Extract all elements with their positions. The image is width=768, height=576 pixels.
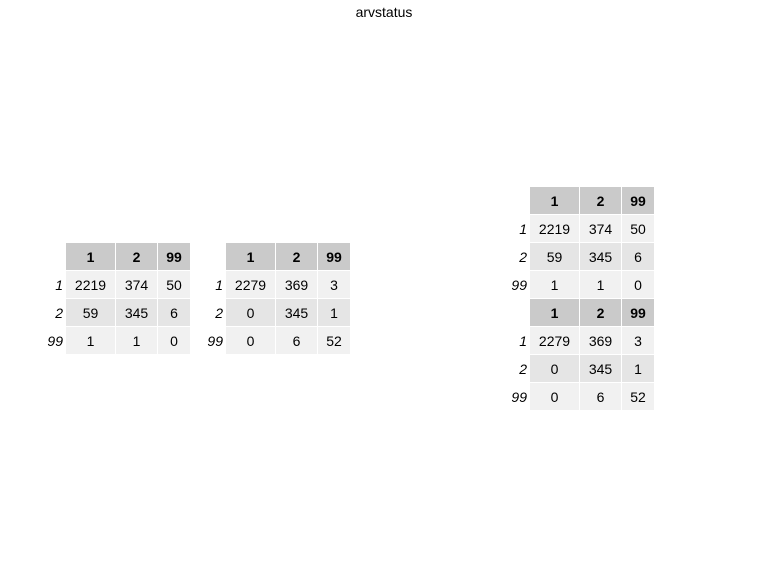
column-header: 99 (622, 299, 655, 327)
table-cell: 3 (622, 327, 655, 355)
table-cell: 0 (530, 383, 580, 411)
row-label: 1 (200, 271, 226, 299)
table-cell: 1 (318, 299, 351, 327)
table-cell: 345 (580, 243, 622, 271)
table-cell: 52 (622, 383, 655, 411)
table-cell: 2279 (226, 271, 276, 299)
table-cell: 374 (580, 215, 622, 243)
column-header: 1 (530, 187, 580, 215)
column-header: 1 (66, 243, 116, 271)
table-cell: 6 (276, 327, 318, 355)
table-cell: 1 (116, 327, 158, 355)
table-cell: 50 (158, 271, 191, 299)
column-header: 2 (116, 243, 158, 271)
row-label: 2 (504, 243, 530, 271)
table-cell: 52 (318, 327, 351, 355)
table-cell: 1 (580, 271, 622, 299)
table-cell: 369 (580, 327, 622, 355)
table-cell: 0 (158, 327, 191, 355)
row-label: 99 (504, 383, 530, 411)
table-cell: 0 (530, 355, 580, 383)
table-cell: 6 (622, 243, 655, 271)
table-cell: 59 (66, 299, 116, 327)
row-label: 99 (40, 327, 66, 355)
row-label: 2 (504, 355, 530, 383)
column-header: 99 (158, 243, 191, 271)
table-cell: 345 (116, 299, 158, 327)
table-cell: 345 (580, 355, 622, 383)
table-cell: 6 (158, 299, 191, 327)
column-header: 1 (530, 299, 580, 327)
table-cell: 2219 (66, 271, 116, 299)
row-label: 99 (504, 271, 530, 299)
row-label: 2 (40, 299, 66, 327)
table-cell: 1 (622, 355, 655, 383)
column-header: 2 (580, 299, 622, 327)
table-cell: 1 (530, 271, 580, 299)
table-cell: 369 (276, 271, 318, 299)
plot-title: arvstatus (355, 4, 413, 20)
table-cell: 2219 (530, 215, 580, 243)
table-cell: 6 (580, 383, 622, 411)
row-label: 2 (200, 299, 226, 327)
row-label: 1 (504, 327, 530, 355)
table-cell: 2279 (530, 327, 580, 355)
column-header: 1 (226, 243, 276, 271)
table-cell: 0 (226, 327, 276, 355)
column-header: 2 (580, 187, 622, 215)
table-cell: 1 (66, 327, 116, 355)
column-header: 99 (622, 187, 655, 215)
table-cell: 3 (318, 271, 351, 299)
row-label: 1 (504, 215, 530, 243)
table-cell: 0 (226, 299, 276, 327)
column-header: 2 (276, 243, 318, 271)
table-cell: 0 (622, 271, 655, 299)
row-label: 1 (40, 271, 66, 299)
column-header: 99 (318, 243, 351, 271)
table-cell: 374 (116, 271, 158, 299)
table-cell: 59 (530, 243, 580, 271)
table-cell: 50 (622, 215, 655, 243)
table-cell: 345 (276, 299, 318, 327)
row-label: 99 (200, 327, 226, 355)
